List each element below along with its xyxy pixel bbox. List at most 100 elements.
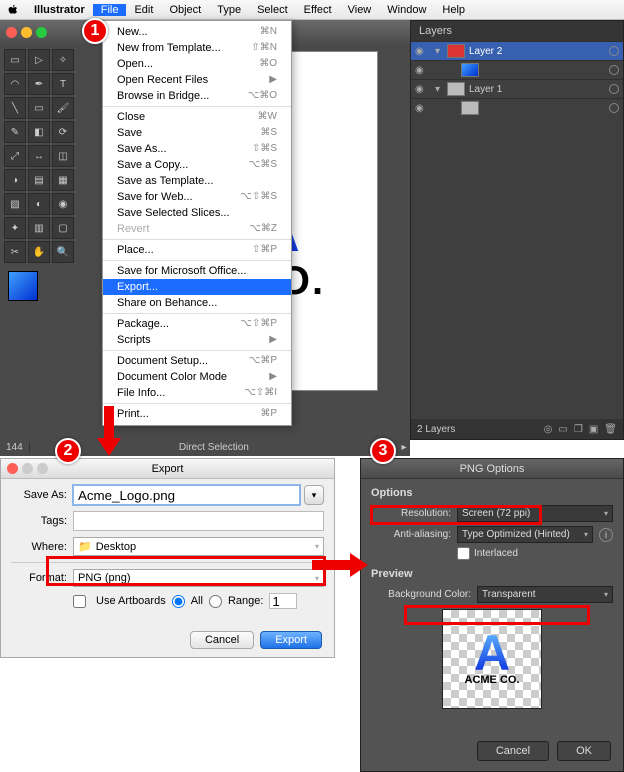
target-icon[interactable] — [609, 103, 619, 113]
zoom-tool-icon[interactable]: 🔍 — [52, 241, 74, 263]
line-tool-icon[interactable]: ╲ — [4, 97, 26, 119]
menu-item-save-for-microsoft-office---[interactable]: Save for Microsoft Office... — [103, 260, 291, 279]
info-icon[interactable]: i — [599, 528, 613, 542]
make-clip-icon[interactable]: ▭ — [558, 424, 567, 435]
selection-tool-icon[interactable]: ▭ — [4, 49, 26, 71]
use-artboards-checkbox[interactable] — [73, 595, 86, 608]
menu-file[interactable]: File — [93, 4, 127, 16]
rectangle-tool-icon[interactable]: ▭ — [28, 97, 50, 119]
scale-tool-icon[interactable]: ⤢ — [4, 145, 26, 167]
all-radio[interactable] — [172, 595, 185, 608]
menu-item-save[interactable]: Save⌘S — [103, 125, 291, 141]
mesh-tool-icon[interactable]: ▦ — [52, 169, 74, 191]
disclosure-button-icon[interactable]: ▾ — [304, 485, 324, 505]
free-transform-tool-icon[interactable]: ◫ — [52, 145, 74, 167]
disclosure-icon[interactable]: ▾ — [435, 46, 445, 57]
png-ok-button[interactable]: OK — [557, 741, 611, 761]
png-cancel-button[interactable]: Cancel — [477, 741, 549, 761]
menu-item-save-as-template---[interactable]: Save as Template... — [103, 173, 291, 189]
new-layer-icon[interactable]: ▣ — [589, 424, 598, 435]
minimize-window-icon[interactable] — [21, 27, 32, 38]
new-sublayer-icon[interactable]: ❐ — [574, 424, 583, 435]
menu-item-new---[interactable]: New...⌘N — [103, 24, 291, 40]
menu-help[interactable]: Help — [434, 4, 473, 16]
fill-swatch[interactable] — [8, 271, 38, 301]
blend-tool-icon[interactable]: ◉ — [52, 193, 74, 215]
apple-icon[interactable] — [6, 3, 20, 17]
graph-tool-icon[interactable]: ▥ — [28, 217, 50, 239]
menu-item-file-info---[interactable]: File Info...⌥⇧⌘I — [103, 385, 291, 401]
eyedropper-tool-icon[interactable]: ◐ — [28, 193, 50, 215]
visibility-icon[interactable]: ◉ — [415, 103, 429, 114]
where-select[interactable]: 📁Desktop ▾ — [73, 537, 324, 556]
shape-builder-tool-icon[interactable]: ◑ — [4, 169, 26, 191]
interlaced-checkbox[interactable] — [457, 547, 470, 560]
delete-layer-icon[interactable]: 🗑 — [604, 424, 617, 435]
layer-row[interactable]: ◉ — [411, 60, 623, 79]
magic-wand-tool-icon[interactable]: ✧ — [52, 49, 74, 71]
menu-window[interactable]: Window — [379, 4, 434, 16]
menu-item-save-as---[interactable]: Save As...⇧⌘S — [103, 141, 291, 157]
menu-item-document-color-mode[interactable]: Document Color Mode▶ — [103, 369, 291, 385]
target-icon[interactable] — [609, 84, 619, 94]
menu-object[interactable]: Object — [161, 4, 209, 16]
pencil-tool-icon[interactable]: ✎ — [4, 121, 26, 143]
save-as-input[interactable] — [73, 485, 300, 505]
tags-input[interactable] — [73, 511, 324, 531]
menu-item-place---[interactable]: Place...⇧⌘P — [103, 239, 291, 258]
menu-view[interactable]: View — [340, 4, 380, 16]
slice-tool-icon[interactable]: ✂ — [4, 241, 26, 263]
lasso-tool-icon[interactable]: ◠ — [4, 73, 26, 95]
pen-tool-icon[interactable]: ✒ — [28, 73, 50, 95]
zoom-window-icon[interactable] — [36, 27, 47, 38]
gradient-tool-icon[interactable]: ▨ — [4, 193, 26, 215]
artboard-tool-icon[interactable]: ▢ — [52, 217, 74, 239]
menu-item-export---[interactable]: Export... — [103, 279, 291, 295]
range-radio[interactable] — [209, 595, 222, 608]
disclosure-icon[interactable]: ▾ — [435, 84, 445, 95]
menu-item-document-setup---[interactable]: Document Setup...⌥⌘P — [103, 350, 291, 369]
app-name[interactable]: Illustrator — [26, 0, 93, 20]
symbol-sprayer-tool-icon[interactable]: ✦ — [4, 217, 26, 239]
range-input[interactable] — [269, 593, 297, 609]
type-tool-icon[interactable]: T — [52, 73, 74, 95]
target-icon[interactable] — [609, 46, 619, 56]
layers-panel-title[interactable]: Layers — [411, 21, 623, 41]
visibility-icon[interactable]: ◉ — [415, 46, 429, 57]
visibility-icon[interactable]: ◉ — [415, 84, 429, 95]
menu-item-save-selected-slices---[interactable]: Save Selected Slices... — [103, 205, 291, 221]
width-tool-icon[interactable]: ↔ — [28, 145, 50, 167]
menu-item-share-on-behance---[interactable]: Share on Behance... — [103, 295, 291, 311]
menu-type[interactable]: Type — [209, 4, 249, 16]
menu-item-save-for-web---[interactable]: Save for Web...⌥⇧⌘S — [103, 189, 291, 205]
antialias-select[interactable]: Type Optimized (Hinted)▾ — [457, 526, 593, 543]
menu-item-print---[interactable]: Print...⌘P — [103, 403, 291, 422]
hand-tool-icon[interactable]: ✋ — [28, 241, 50, 263]
target-icon[interactable] — [609, 65, 619, 75]
menu-effect[interactable]: Effect — [296, 4, 340, 16]
perspective-tool-icon[interactable]: ▤ — [28, 169, 50, 191]
bgcolor-select[interactable]: Transparent▾ — [477, 586, 613, 603]
layer-row[interactable]: ◉ — [411, 98, 623, 117]
eraser-tool-icon[interactable]: ◧ — [28, 121, 50, 143]
layer-row[interactable]: ◉▾Layer 1 — [411, 79, 623, 98]
zoom-level[interactable]: 144 — [0, 442, 30, 453]
locate-layer-icon[interactable]: ◎ — [544, 424, 553, 435]
menu-item-browse-in-bridge---[interactable]: Browse in Bridge...⌥⌘O — [103, 88, 291, 104]
menu-item-scripts[interactable]: Scripts▶ — [103, 332, 291, 348]
menu-item-save-a-copy---[interactable]: Save a Copy...⌥⌘S — [103, 157, 291, 173]
menu-item-new-from-template---[interactable]: New from Template...⇧⌘N — [103, 40, 291, 56]
menu-select[interactable]: Select — [249, 4, 296, 16]
close-window-icon[interactable] — [6, 27, 17, 38]
menu-item-open-recent-files[interactable]: Open Recent Files▶ — [103, 72, 291, 88]
direct-selection-tool-icon[interactable]: ▷ — [28, 49, 50, 71]
rotate-tool-icon[interactable]: ⟳ — [52, 121, 74, 143]
close-icon[interactable] — [7, 463, 18, 474]
menu-edit[interactable]: Edit — [126, 4, 161, 16]
export-confirm-button[interactable]: Export — [260, 631, 322, 649]
menu-item-open---[interactable]: Open...⌘O — [103, 56, 291, 72]
menu-item-close[interactable]: Close⌘W — [103, 106, 291, 125]
paintbrush-tool-icon[interactable]: 🖌 — [52, 97, 74, 119]
menu-item-package---[interactable]: Package...⌥⇧⌘P — [103, 313, 291, 332]
visibility-icon[interactable]: ◉ — [415, 65, 429, 76]
